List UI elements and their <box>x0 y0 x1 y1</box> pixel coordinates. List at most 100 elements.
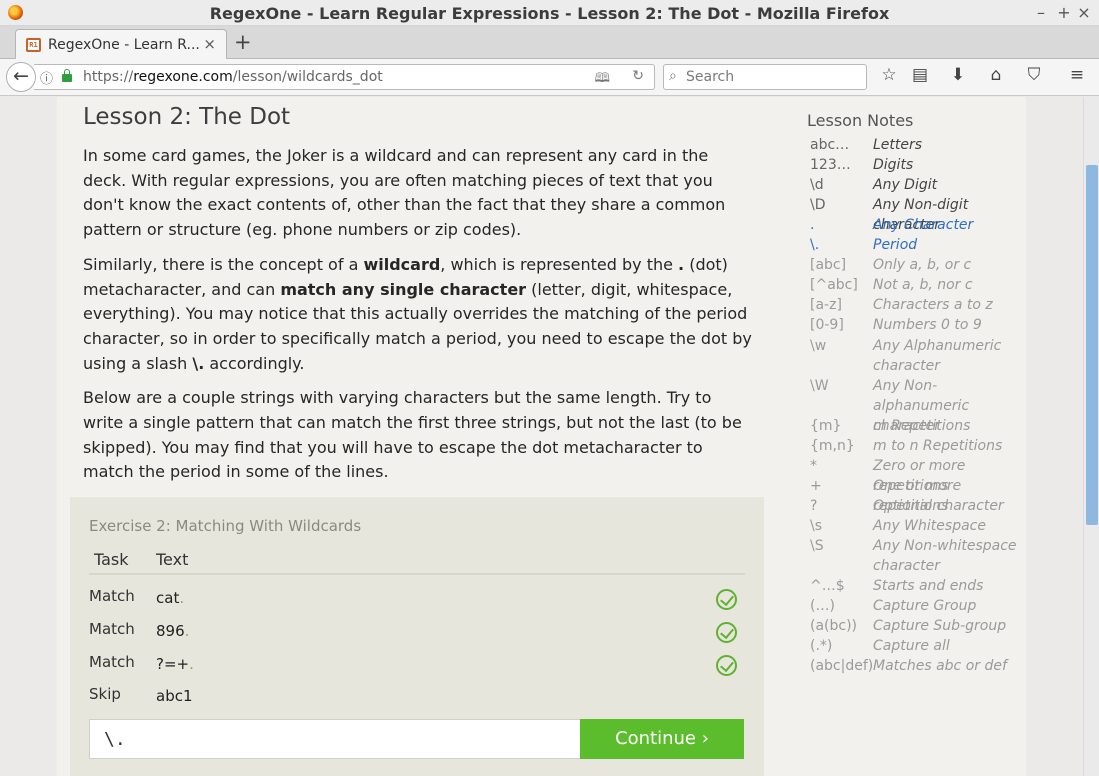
note-description: Period <box>873 237 918 254</box>
note-symbol: [0-9] <box>810 317 844 334</box>
exercise-title: Exercise 2: Matching With Wildcards <box>89 517 362 535</box>
note-symbol: ? <box>810 497 818 514</box>
table-row: Match 896. <box>89 613 745 646</box>
continue-button[interactable]: Continue › <box>580 719 744 759</box>
lesson-paragraph-1: In some card games, the Joker is a wildc… <box>83 146 726 240</box>
minimize-button[interactable]: – <box>1032 3 1050 22</box>
note-description: Not a, b, nor c <box>873 277 973 294</box>
note-symbol: 123… <box>810 157 851 174</box>
bookmark-star-icon[interactable]: ☆ <box>878 65 900 85</box>
lock-icon <box>62 69 72 82</box>
row-task: Match <box>89 620 135 638</box>
close-window-button[interactable]: × <box>1075 3 1093 22</box>
row-task: Match <box>89 587 135 605</box>
window-title: RegexOne - Learn Regular Expressions - L… <box>209 4 890 23</box>
home-icon[interactable]: ⌂ <box>985 65 1007 85</box>
lesson-notes-title: Lesson Notes <box>807 111 914 130</box>
note-symbol: {m,n} <box>810 437 855 454</box>
note-description: Capture all <box>873 638 950 655</box>
note-symbol: [abc] <box>810 257 847 274</box>
exercise-table-header: Task Text <box>89 547 745 575</box>
note-description: Any Character <box>873 217 974 234</box>
tab-regexone[interactable]: R1 RegexOne - Learn R... × <box>15 29 227 60</box>
note-description: Capture Group <box>873 598 977 615</box>
note-symbol: \w <box>810 337 827 354</box>
downloads-icon[interactable]: ⬇ <box>947 65 969 85</box>
note-description: Starts and ends <box>873 578 984 595</box>
lesson-container: Lesson 2: The Dot In some card games, th… <box>57 97 1026 776</box>
url-text[interactable]: https://regexone.com/lesson/wildcards_do… <box>83 69 383 85</box>
note-symbol: + <box>810 477 822 494</box>
tab-label: RegexOne - Learn R... <box>48 37 200 53</box>
site-info-icon[interactable]: ⓘ <box>40 68 53 87</box>
note-symbol: * <box>810 457 817 474</box>
table-row: Skip abc1 <box>89 678 745 711</box>
note-symbol: (.*) <box>810 638 833 655</box>
note-symbol: ^…$ <box>810 578 845 595</box>
note-description: Only a, b, or c <box>873 257 972 274</box>
note-description: Numbers 0 to 9 <box>873 317 982 334</box>
table-row: Match ?=+. <box>89 646 745 679</box>
maximize-button[interactable]: + <box>1055 3 1073 22</box>
search-input[interactable] <box>686 67 862 87</box>
note-symbol: {m} <box>810 417 842 434</box>
scrollbar-thumb[interactable] <box>1086 165 1098 525</box>
note-symbol: \d <box>810 177 824 194</box>
lesson-content: Lesson 2: The Dot In some card games, th… <box>83 97 753 495</box>
note-symbol: [^abc] <box>810 277 858 294</box>
note-symbol: \W <box>810 377 829 394</box>
regexone-favicon-icon: R1 <box>26 38 41 52</box>
note-description: m Repetitions <box>873 417 971 434</box>
search-icon: ⌕ <box>669 68 677 84</box>
column-task: Task <box>94 550 129 569</box>
success-check-icon <box>716 655 737 676</box>
menu-icon[interactable]: ≡ <box>1066 65 1088 85</box>
note-description: m to n Repetitions <box>873 437 1003 454</box>
url-bar[interactable]: ⓘ https://regexone.com/lesson/wildcards_… <box>34 64 655 90</box>
success-check-icon <box>716 589 737 610</box>
note-description: Any Non-whitespace character <box>873 538 1017 574</box>
note-symbol: \S <box>810 538 824 554</box>
regex-answer-input[interactable] <box>89 719 581 759</box>
vertical-scrollbar[interactable] <box>1083 97 1099 776</box>
window-titlebar: RegexOne - Learn Regular Expressions - L… <box>0 0 1099 26</box>
row-text: abc1 <box>156 687 193 705</box>
page-viewport: Lesson 2: The Dot In some card games, th… <box>0 97 1083 776</box>
pocket-icon[interactable]: ⛉ <box>1023 65 1045 85</box>
column-text: Text <box>156 550 189 569</box>
note-symbol: \s <box>810 517 823 534</box>
lesson-paragraph-3: Below are a couple strings with varying … <box>83 388 742 482</box>
table-row: Match cat. <box>89 580 745 613</box>
back-button[interactable]: ← <box>6 62 36 92</box>
exercise-panel: Exercise 2: Matching With Wildcards Task… <box>70 497 764 776</box>
note-symbol: (abc|def) <box>810 658 874 675</box>
navigation-toolbar: ⓘ https://regexone.com/lesson/wildcards_… <box>0 59 1099 96</box>
lesson-title: Lesson 2: The Dot <box>83 104 291 130</box>
note-description: Capture Sub-group <box>873 618 1007 635</box>
row-task: Skip <box>89 685 121 703</box>
row-text: ?=+. <box>156 655 194 673</box>
note-description: Optional character <box>873 497 1004 514</box>
reader-view-icon[interactable]: 🕮 <box>595 69 610 91</box>
row-text: cat. <box>156 589 185 607</box>
close-tab-icon[interactable]: × <box>203 35 216 53</box>
note-symbol: [a-z] <box>810 297 842 314</box>
row-text: 896. <box>156 622 190 640</box>
note-symbol: (a(bc)) <box>810 618 858 635</box>
bookmarks-list-icon[interactable]: ▤ <box>909 65 931 85</box>
note-symbol: (…) <box>810 598 835 615</box>
note-description: Any Whitespace <box>873 517 986 534</box>
new-tab-button[interactable]: + <box>234 30 252 54</box>
lesson-paragraph-2: Similarly, there is the concept of a wil… <box>83 254 752 373</box>
note-symbol: \. <box>810 237 820 254</box>
note-description: Digits <box>873 157 914 174</box>
note-description: Letters <box>873 137 923 153</box>
note-symbol: \D <box>810 197 826 214</box>
reload-icon[interactable]: ↻ <box>632 68 644 84</box>
search-bar[interactable]: ⌕ <box>663 64 867 90</box>
note-symbol: abc… <box>810 137 850 153</box>
note-description: Any Alphanumeric character <box>873 337 1002 374</box>
note-symbol: . <box>810 217 815 234</box>
note-description: Characters a to z <box>873 297 993 314</box>
row-task: Match <box>89 653 135 671</box>
